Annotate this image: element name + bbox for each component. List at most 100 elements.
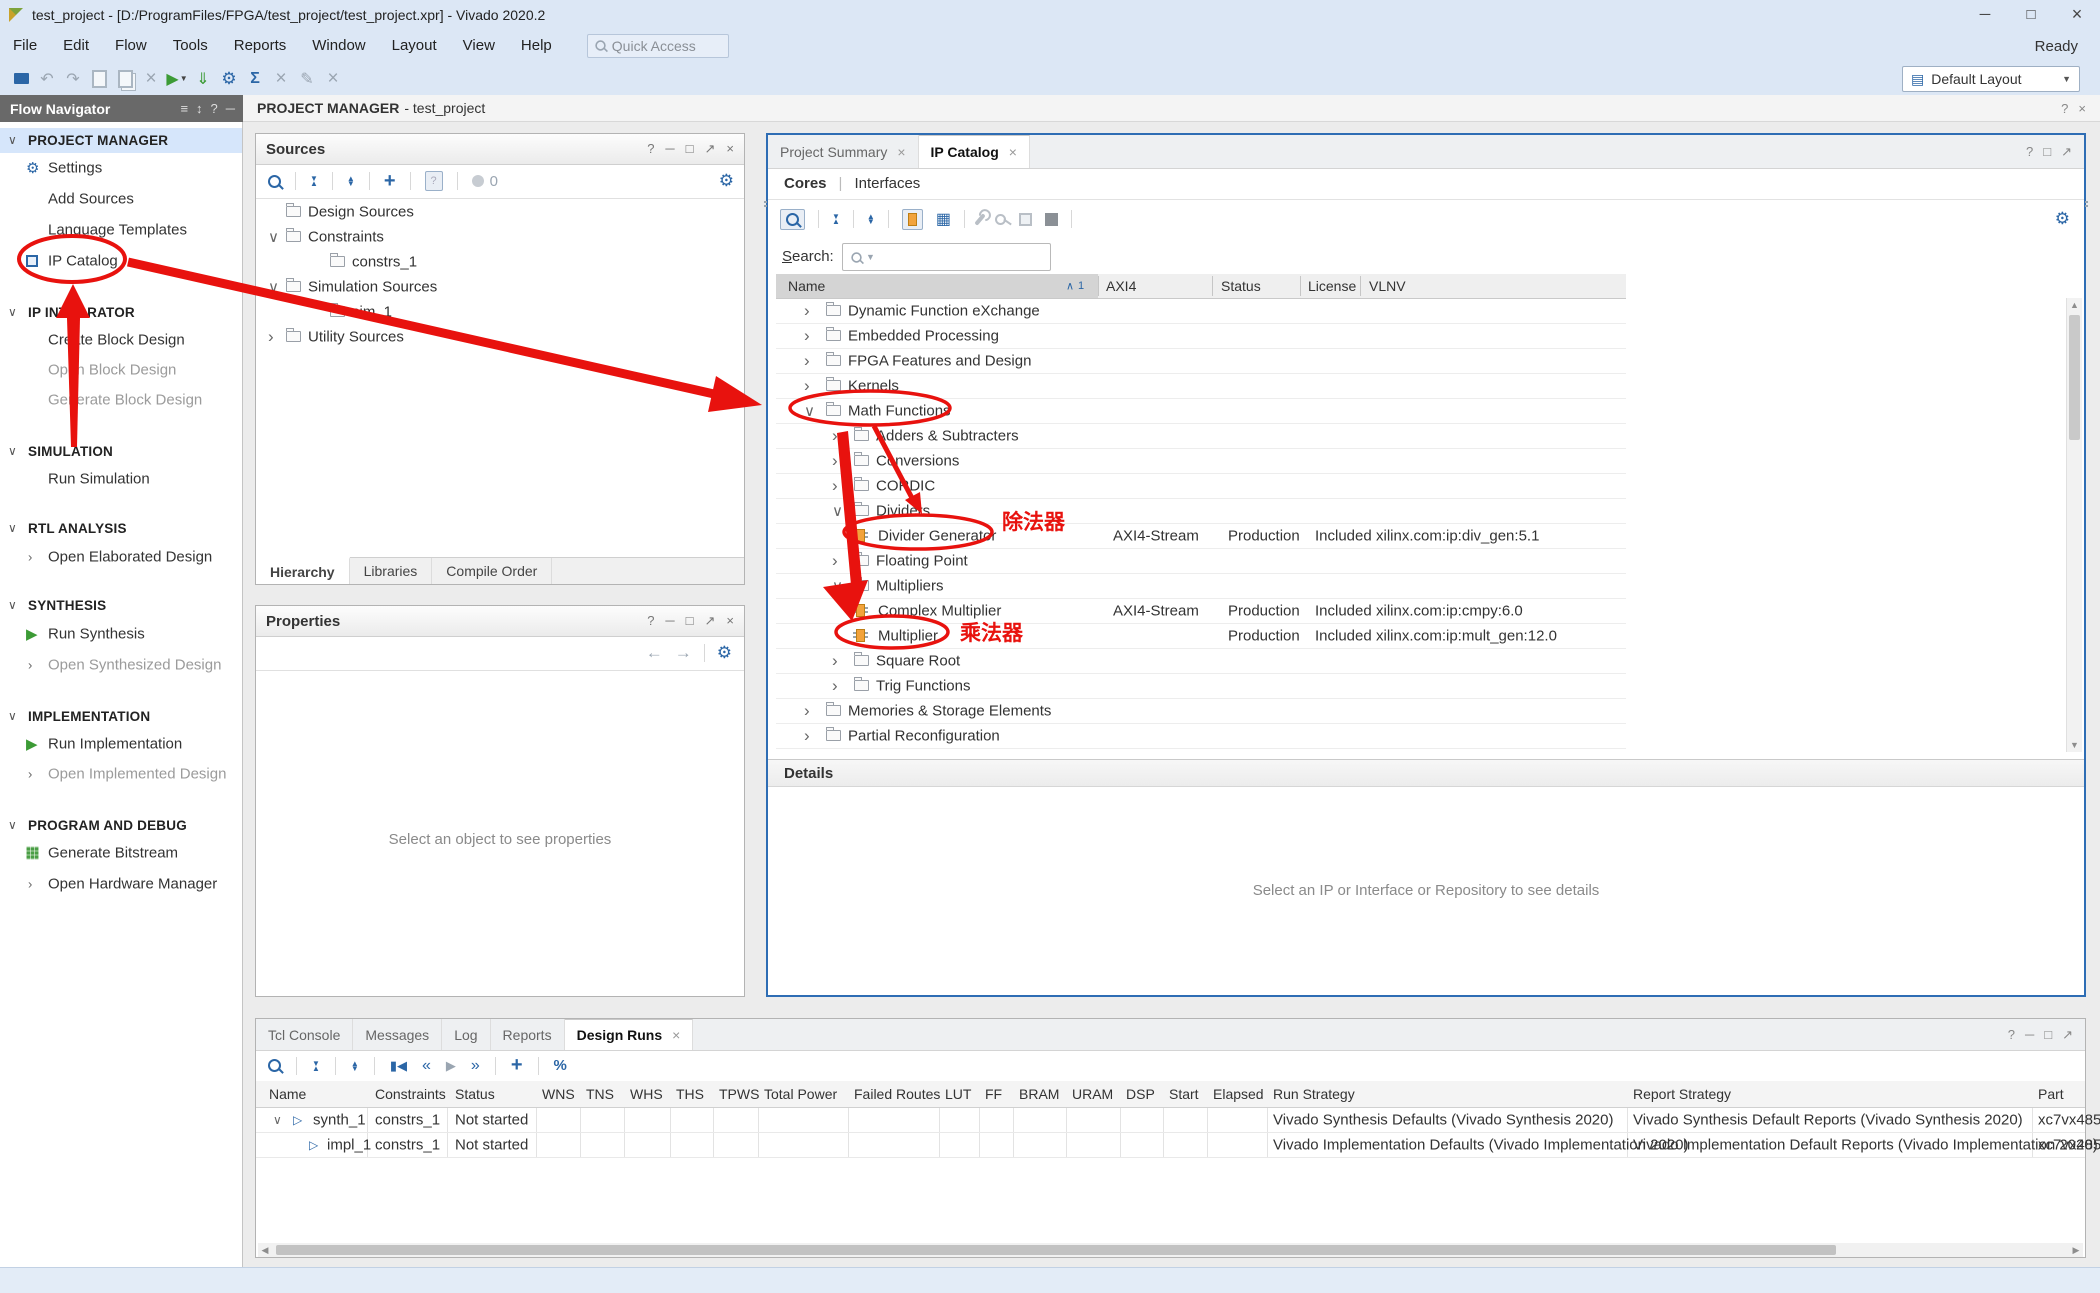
ip-tree-row-divider-generator[interactable]: Divider Generator AXI4-Stream Production… <box>776 523 1626 549</box>
help-icon[interactable] <box>2026 144 2033 159</box>
close-panel-icon[interactable] <box>726 613 734 629</box>
column-tpws[interactable]: TPWS <box>719 1086 759 1102</box>
tab-messages[interactable]: Messages <box>353 1019 442 1050</box>
view-cores[interactable]: Cores <box>784 175 827 192</box>
column-dsp[interactable]: DSP <box>1126 1086 1155 1102</box>
ip-tree-row[interactable]: Floating Point <box>776 548 1626 574</box>
chevron-right-icon[interactable] <box>804 301 810 321</box>
ip-tree-row[interactable]: Embedded Processing <box>776 323 1626 349</box>
sidebar-item-language-templates[interactable]: Language Templates <box>0 218 243 242</box>
sidebar-item-open-hardware-manager[interactable]: › Open Hardware Manager <box>0 872 243 896</box>
column-bram[interactable]: BRAM <box>1019 1086 1059 1102</box>
gear-icon[interactable]: ⚙ <box>719 171 734 191</box>
float-panel-icon[interactable] <box>2062 1027 2073 1043</box>
tree-row-simulation-sources[interactable]: ∨ Simulation Sources <box>256 274 744 299</box>
ip-tree-row[interactable]: Memories & Storage Elements <box>776 698 1626 724</box>
ip-tree-row[interactable]: Adders & Subtracters <box>776 423 1626 449</box>
column-start[interactable]: Start <box>1169 1086 1199 1102</box>
tree-row-constraints[interactable]: ∨ Constraints <box>256 224 744 249</box>
maximize-panel-icon[interactable] <box>2043 144 2051 159</box>
sidebar-item-run-simulation[interactable]: Run Simulation <box>0 467 243 491</box>
collapse-all-icon[interactable]: ▼▲ <box>832 214 840 224</box>
tab-tcl-console[interactable]: Tcl Console <box>256 1019 353 1050</box>
gear-icon[interactable]: ⚙ <box>717 643 732 663</box>
tab-ip-catalog[interactable]: IP Catalog × <box>919 135 1030 168</box>
ip-tree-row-complex-multiplier[interactable]: Complex Multiplier AXI4-Stream Productio… <box>776 598 1626 624</box>
close-tab-icon[interactable]: × <box>897 144 905 160</box>
scroll-right-icon[interactable]: ▶ <box>2069 1243 2083 1257</box>
minimize-panel-icon[interactable] <box>665 613 674 629</box>
help-icon[interactable] <box>2061 101 2068 116</box>
delete-icon[interactable]: × <box>138 66 164 92</box>
ip-filter-icon[interactable] <box>902 209 923 230</box>
menu-view[interactable]: View <box>450 37 508 54</box>
column-status[interactable]: Status <box>455 1086 495 1102</box>
chevron-right-icon[interactable] <box>268 327 274 347</box>
run-icon[interactable]: ▶▼ <box>164 66 190 92</box>
view-interfaces[interactable]: Interfaces <box>854 175 920 192</box>
search-icon[interactable] <box>268 1059 281 1072</box>
sidebar-section-program-and-debug[interactable]: ∨ PROGRAM AND DEBUG <box>0 813 243 837</box>
sidebar-item-create-block-design[interactable]: Create Block Design <box>0 328 243 352</box>
undo-icon[interactable]: ↶ <box>34 66 60 92</box>
sidebar-section-synthesis[interactable]: ∨ SYNTHESIS <box>0 593 243 617</box>
window-close-button[interactable] <box>2054 0 2100 29</box>
collapse-all-icon[interactable]: ≡ <box>180 101 188 116</box>
chevron-down-icon[interactable] <box>804 402 815 420</box>
sidebar-item-generate-bitstream[interactable]: Generate Bitstream <box>0 841 243 865</box>
tab-log[interactable]: Log <box>442 1019 490 1050</box>
maximize-panel-icon[interactable] <box>2044 1027 2052 1042</box>
ip-tree-row-multiplier[interactable]: Multiplier Production Included xilinx.co… <box>776 623 1626 649</box>
tree-row-constrs-1[interactable]: constrs_1 <box>256 249 744 274</box>
help-icon[interactable] <box>647 141 654 157</box>
chevron-down-icon[interactable]: ∨ <box>268 228 279 246</box>
tab-project-summary[interactable]: Project Summary × <box>768 135 919 168</box>
create-run-icon[interactable]: + <box>511 1054 523 1077</box>
tree-row-sim-1[interactable]: sim_1 <box>256 299 744 324</box>
column-axi4[interactable]: AXI4 <box>1106 278 1136 294</box>
column-tns[interactable]: TNS <box>586 1086 614 1102</box>
column-ff[interactable]: FF <box>985 1086 1002 1102</box>
tab-design-runs[interactable]: Design Runs × <box>565 1019 694 1050</box>
collapse-all-icon[interactable]: ▼▲ <box>310 176 318 186</box>
help-icon[interactable] <box>2008 1027 2015 1042</box>
tree-row-utility-sources[interactable]: Utility Sources <box>256 324 744 349</box>
menu-window[interactable]: Window <box>299 37 378 54</box>
scrollbar-thumb[interactable] <box>2069 315 2080 440</box>
hierarchy-view-icon[interactable]: ▦ <box>936 209 951 229</box>
ip-tree-row[interactable]: Trig Functions <box>776 673 1626 699</box>
menu-layout[interactable]: Layout <box>379 37 450 54</box>
chevron-down-icon[interactable]: ∨ <box>273 1113 282 1127</box>
column-elapsed[interactable]: Elapsed <box>1213 1086 1264 1102</box>
redo-icon[interactable]: ↷ <box>60 66 86 92</box>
sidebar-item-run-implementation[interactable]: ▶ Run Implementation <box>0 732 243 756</box>
search-icon[interactable] <box>268 175 281 188</box>
chevron-down-icon[interactable]: ∨ <box>268 278 279 296</box>
help-icon[interactable]: ? <box>211 101 218 116</box>
step-icon[interactable]: ⇓ <box>190 66 216 92</box>
ip-tree-row-multipliers[interactable]: Multipliers <box>776 573 1626 599</box>
menu-file[interactable]: File <box>0 37 50 54</box>
sidebar-item-open-elaborated-design[interactable]: › Open Elaborated Design <box>0 545 243 569</box>
chevron-down-icon[interactable] <box>832 577 843 595</box>
menu-help[interactable]: Help <box>508 37 565 54</box>
scroll-down-icon[interactable]: ▼ <box>2067 738 2082 752</box>
expand-all-icon[interactable]: ▲▼ <box>351 1061 359 1071</box>
open-folder-icon[interactable] <box>8 66 34 92</box>
chevron-right-icon[interactable]: › <box>28 550 32 565</box>
chevron-right-icon[interactable]: › <box>28 877 32 892</box>
float-panel-icon[interactable] <box>2061 144 2072 160</box>
close-panel-icon[interactable] <box>726 141 734 157</box>
tab-compile-order[interactable]: Compile Order <box>432 558 552 584</box>
column-lut[interactable]: LUT <box>945 1086 971 1102</box>
minimize-panel-icon[interactable]: ─ <box>226 101 235 116</box>
help-icon[interactable] <box>647 613 654 629</box>
paste-icon[interactable] <box>112 66 138 92</box>
sidebar-item-settings[interactable]: ⚙ Settings <box>0 156 243 180</box>
menu-reports[interactable]: Reports <box>221 37 300 54</box>
run-row-impl-1[interactable]: ▷ impl_1 constrs_1 Not started Vivado Im… <box>256 1132 2085 1158</box>
vertical-scrollbar[interactable]: ▲ ▼ <box>2066 298 2082 752</box>
window-minimize-button[interactable] <box>1962 0 2008 29</box>
ip-tree-row[interactable]: Kernels <box>776 373 1626 399</box>
sidebar-item-ip-catalog[interactable]: IP Catalog <box>0 249 243 273</box>
